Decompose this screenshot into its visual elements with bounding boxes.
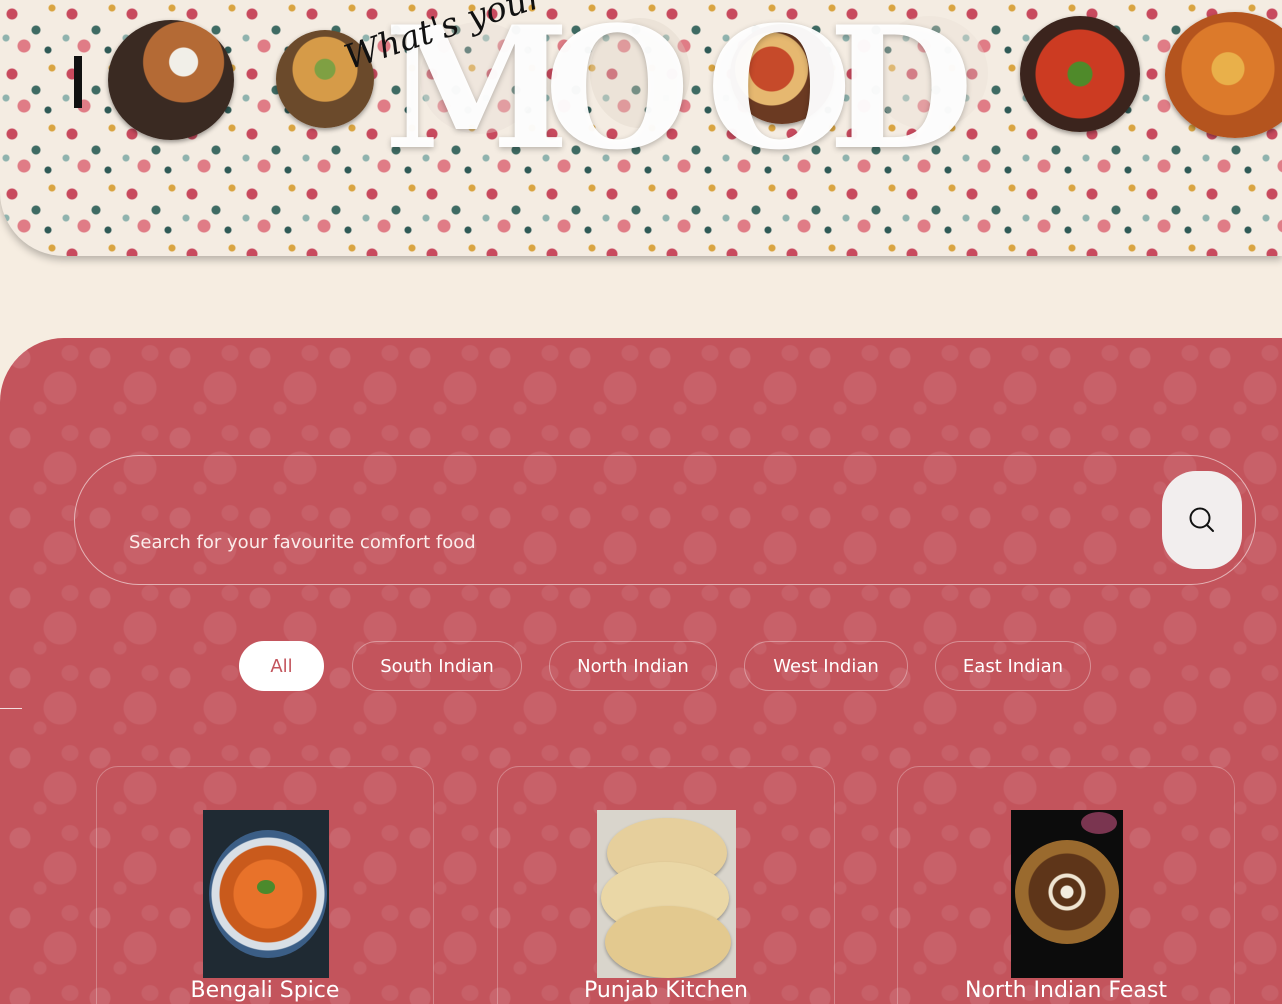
filter-chip-all[interactable]: All <box>239 641 324 691</box>
prawn-curry-image <box>203 810 329 978</box>
search-bar <box>74 455 1256 585</box>
restaurant-card[interactable]: Punjab Kitchen <box>497 766 835 1004</box>
hero-title-letter: O <box>544 0 693 187</box>
hero-banner: M O O D What's your <box>0 0 1282 256</box>
hero-title-letter: D <box>828 0 976 187</box>
card-title: Bengali Spice <box>190 978 340 1003</box>
paratha-image <box>597 810 736 978</box>
dal-bowl-icon <box>1015 840 1119 944</box>
curry-bowl-icon <box>209 830 327 958</box>
coriander-garnish-icon <box>257 880 275 894</box>
restaurant-card[interactable]: North Indian Feast <box>897 766 1235 1004</box>
onion-garnish-icon <box>1081 812 1117 834</box>
filter-chip-west-indian[interactable]: West Indian <box>744 641 908 691</box>
search-button[interactable] <box>1162 471 1242 569</box>
dal-makhani-image <box>1011 810 1123 978</box>
restaurant-card[interactable]: Bengali Spice <box>96 766 434 1004</box>
filter-chip-south-indian[interactable]: South Indian <box>352 641 522 691</box>
hero-title: M O O D <box>0 0 1282 187</box>
search-icon <box>1189 507 1214 532</box>
filter-chip-north-indian[interactable]: North Indian <box>549 641 717 691</box>
card-title: Punjab Kitchen <box>583 978 748 1003</box>
content-panel: All South Indian North Indian West India… <box>0 338 1282 1004</box>
search-input[interactable] <box>129 522 1029 562</box>
card-title: North Indian Feast <box>964 978 1167 1003</box>
filter-chip-east-indian[interactable]: East Indian <box>935 641 1091 691</box>
divider <box>0 708 22 709</box>
paratha-icon <box>605 906 731 978</box>
